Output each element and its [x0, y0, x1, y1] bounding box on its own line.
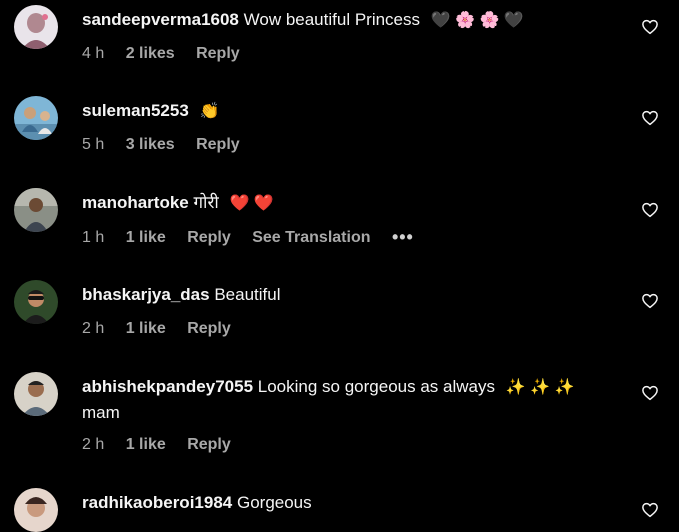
- avatar[interactable]: [14, 372, 58, 416]
- comment-meta: 2 h 1 like Reply: [82, 319, 248, 339]
- comment-likes[interactable]: 1 like: [126, 320, 166, 337]
- comment-time: 1 h: [82, 229, 105, 246]
- heart-outline-icon[interactable]: [641, 501, 659, 519]
- comment-time: 2 h: [82, 436, 105, 453]
- comment-emojis: ❤️ ❤️: [229, 194, 274, 212]
- comment-username[interactable]: manohartoke: [82, 193, 189, 212]
- avatar-image: [14, 188, 58, 232]
- heart-outline-icon[interactable]: [641, 292, 659, 310]
- comment-likes[interactable]: 2 likes: [126, 45, 175, 62]
- reply-button[interactable]: Reply: [196, 136, 240, 153]
- avatar[interactable]: [14, 280, 58, 324]
- comment-meta: 4 h 2 likes Reply: [82, 44, 257, 64]
- heart-outline-icon[interactable]: [641, 109, 659, 127]
- comment-meta: 1 h 1 like Reply See Translation •••: [82, 227, 431, 248]
- heart-outline-icon[interactable]: [641, 384, 659, 402]
- heart-outline-icon[interactable]: [641, 201, 659, 219]
- comment-emojis: 👏: [199, 102, 220, 120]
- avatar-image: [14, 280, 58, 324]
- comment-meta: 2 h 1 like Reply: [82, 435, 248, 455]
- comment-username[interactable]: abhishekpandey7055: [82, 377, 253, 396]
- avatar-image: [14, 488, 58, 532]
- comment-time: 5 h: [82, 136, 105, 153]
- comment-text: Beautiful: [214, 285, 281, 304]
- heart-outline-icon[interactable]: [641, 18, 659, 36]
- comment-text: Looking so gorgeous as always: [257, 377, 495, 396]
- comment-text: Gorgeous: [236, 493, 312, 512]
- comment-username[interactable]: radhikaoberoi1984: [82, 493, 232, 512]
- comment-username[interactable]: bhaskarjya_das: [82, 285, 210, 304]
- avatar[interactable]: [14, 488, 58, 532]
- avatar-image: [14, 96, 58, 140]
- comment-text: गोरी: [193, 193, 219, 212]
- comment-likes[interactable]: 3 likes: [126, 136, 175, 153]
- more-horizontal-icon[interactable]: •••: [392, 227, 414, 247]
- avatar-image: [14, 372, 58, 416]
- reply-button[interactable]: Reply: [196, 45, 240, 62]
- comment-emojis: ✨ ✨ ✨: [505, 378, 575, 396]
- comment-username[interactable]: suleman5253: [82, 101, 189, 120]
- reply-button[interactable]: Reply: [187, 229, 231, 246]
- comment-text: Wow beautiful Princess: [243, 10, 420, 29]
- comment-time: 4 h: [82, 45, 105, 62]
- comment-emojis: 🖤 🌸 🌸 🖤: [430, 11, 524, 29]
- avatar[interactable]: [14, 96, 58, 140]
- comment-time: 2 h: [82, 320, 105, 337]
- comment-likes[interactable]: 1 like: [126, 229, 166, 246]
- avatar-image: [14, 5, 58, 49]
- avatar[interactable]: [14, 5, 58, 49]
- comment-likes[interactable]: 1 like: [126, 436, 166, 453]
- avatar[interactable]: [14, 188, 58, 232]
- see-translation-button[interactable]: See Translation: [252, 229, 370, 246]
- reply-button[interactable]: Reply: [187, 436, 231, 453]
- comment-text-continued: mam: [82, 403, 120, 422]
- comment-meta: 5 h 3 likes Reply: [82, 135, 257, 155]
- comment-username[interactable]: sandeepverma1608: [82, 10, 239, 29]
- reply-button[interactable]: Reply: [187, 320, 231, 337]
